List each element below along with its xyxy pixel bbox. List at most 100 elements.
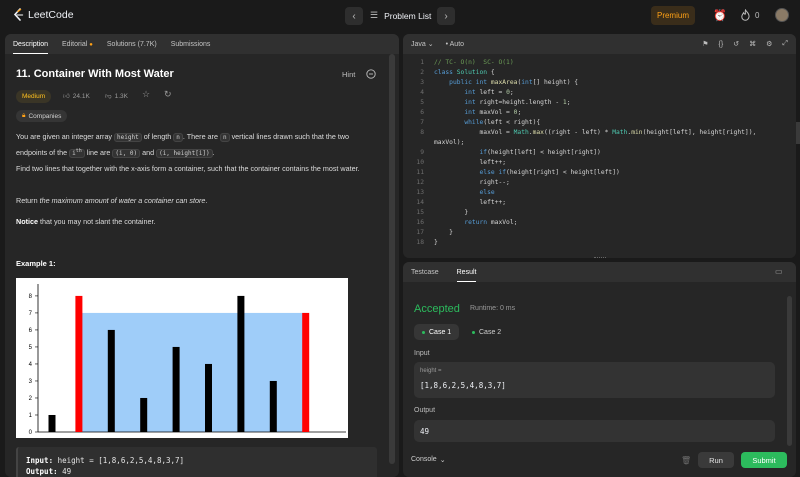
y-tick-label: 7 xyxy=(29,311,33,317)
line-number: 18 xyxy=(416,239,424,246)
flame-icon[interactable] xyxy=(740,9,751,21)
p1-text: . xyxy=(212,147,215,157)
p1-text: and xyxy=(140,147,157,157)
line-code: maxVol = Math.max((right - left) * Math.… xyxy=(434,129,757,136)
language-select[interactable]: Java ⌄ xyxy=(411,40,434,48)
line-number: 3 xyxy=(420,79,424,86)
hint-button[interactable]: Hint xyxy=(342,70,355,79)
tab-solutions[interactable]: Solutions (7.7K) xyxy=(107,41,157,48)
next-problem-button[interactable]: › xyxy=(437,7,455,25)
lock-icon: ● xyxy=(89,41,93,48)
share-icon[interactable]: ↻ xyxy=(164,89,172,100)
submit-button[interactable]: Submit xyxy=(741,452,787,468)
y-tick-label: 2 xyxy=(29,396,33,402)
bar xyxy=(237,295,245,432)
likes-count: 24.1K xyxy=(72,92,90,100)
superscript-th: th xyxy=(75,147,82,154)
p3-text: . xyxy=(205,196,208,205)
panel-options-icon[interactable]: ▭ xyxy=(775,267,783,276)
alarm-clock-icon[interactable]: ⏰ xyxy=(713,9,727,22)
code-editor[interactable]: 1// TC- O(n) SC- O(1) 2 class Solution {3 … xyxy=(404,58,789,254)
layout-icon[interactable]: ⌘ xyxy=(749,40,756,48)
bar xyxy=(269,380,277,432)
problem-list-button[interactable]: ☰ Problem List xyxy=(370,10,431,21)
highlight-bar xyxy=(75,295,83,432)
autocomplete-toggle[interactable]: • Auto xyxy=(446,41,464,48)
output-value-box: 49 xyxy=(414,420,775,442)
lock-icon: • xyxy=(445,40,449,48)
avatar[interactable] xyxy=(775,8,789,22)
result-scrollbar[interactable] xyxy=(787,296,792,446)
description-scrollbar[interactable] xyxy=(389,54,395,464)
likes-button[interactable]: 👍︎ 24.1K xyxy=(63,92,90,101)
chevron-right-icon: › xyxy=(444,10,448,22)
runtime-text: Runtime: 0 ms xyxy=(470,305,516,312)
line-number: 14 xyxy=(416,199,424,206)
fullscreen-icon[interactable]: ⤢ xyxy=(782,40,788,48)
example-input-value: height = [1,8,6,2,5,4,8,3,7] xyxy=(57,456,185,465)
tab-result[interactable]: Result xyxy=(456,269,476,282)
language-label: Java xyxy=(411,41,426,48)
line-number: 9 xyxy=(420,149,424,156)
highlight-bar xyxy=(302,312,310,432)
console-label: Console xyxy=(411,456,437,463)
reset-icon[interactable]: ↺ xyxy=(733,40,739,48)
tab-testcase[interactable]: Testcase xyxy=(411,269,439,276)
console-toggle[interactable]: Console ⌄ xyxy=(411,456,446,464)
p1-text: line are xyxy=(84,147,113,157)
description-tabs: Description Editorial ● Solutions (7.7K)… xyxy=(5,34,399,54)
p4-strong: Notice xyxy=(16,217,38,226)
case-2-label: Case 2 xyxy=(479,328,502,336)
line-number: 5 xyxy=(420,99,424,106)
y-tick-label: 1 xyxy=(29,413,33,419)
line-code: left++; xyxy=(434,159,507,166)
p3-emphasis: the maximum amount of water a container … xyxy=(39,196,206,205)
line-number: 2 xyxy=(420,69,424,76)
description-paragraph-2: Find two lines that together with the x-… xyxy=(16,164,360,173)
editor-toolbar: Java ⌄ • Auto ⚑ {} ↺ ⌘ ⚙ ⤢ xyxy=(403,34,796,54)
braces-icon[interactable]: {} xyxy=(719,41,724,48)
companies-badge[interactable]: 🔒︎ Companies xyxy=(16,110,68,122)
prev-problem-button[interactable]: ‹ xyxy=(345,7,363,25)
premium-button[interactable]: Premium xyxy=(651,6,695,25)
line-code: int left = 0; xyxy=(464,89,514,96)
dislikes-button[interactable]: 👎︎ 1.3K xyxy=(105,92,128,101)
status-dot xyxy=(422,330,425,334)
description-paragraph-3: Return the maximum amount of water a con… xyxy=(16,195,376,208)
trash-icon[interactable]: 🗑︎ xyxy=(681,456,691,465)
line-number: 13 xyxy=(416,189,424,196)
tab-editorial[interactable]: Editorial ● xyxy=(62,41,93,48)
example-chart: 0 1 2 3 4 5 6 7 8 xyxy=(16,278,348,438)
bar xyxy=(205,363,212,432)
case-2-button[interactable]: Case 2 xyxy=(464,324,509,340)
top-bar: LeetCode ‹ ☰ Problem List › Premium ⏰ 0 xyxy=(0,0,800,32)
line-code: int right=height.length - 1; xyxy=(464,99,571,106)
chevron-left-icon: ‹ xyxy=(352,10,356,22)
line-code: while(left < right){ xyxy=(464,119,541,126)
example-output-label: Output: xyxy=(26,467,58,476)
bar xyxy=(140,397,148,432)
logo-text: LeetCode xyxy=(28,9,74,21)
tab-description[interactable]: Description xyxy=(13,41,49,54)
settings-icon[interactable]: ⚙ xyxy=(766,40,772,48)
example-input-line: Input: height = [1,8,6,2,5,4,8,3,7] xyxy=(26,455,369,466)
y-tick-label: 6 xyxy=(29,328,33,334)
auto-label: Auto xyxy=(449,40,465,48)
logo[interactable]: LeetCode xyxy=(12,8,74,22)
thumbs-up-icon: 👍︎ xyxy=(63,93,70,100)
code-i-0: (i, 0) xyxy=(112,148,141,158)
star-icon[interactable]: ☆ xyxy=(142,89,150,100)
problem-list-label: Problem List xyxy=(384,10,432,21)
difficulty-badge: Medium xyxy=(16,90,52,103)
more-options-icon[interactable] xyxy=(366,69,376,79)
resize-handle[interactable] xyxy=(594,257,606,259)
bookmark-icon[interactable]: ⚑ xyxy=(702,40,708,48)
p3-text: Return xyxy=(16,196,40,205)
line-code: maxVol); xyxy=(434,139,465,146)
line-code: } xyxy=(434,229,453,236)
tab-submissions[interactable]: Submissions xyxy=(171,41,211,48)
case-1-button[interactable]: Case 1 xyxy=(414,324,460,340)
run-button[interactable]: Run xyxy=(698,452,734,468)
p4-text: that you may not slant the container. xyxy=(37,217,156,226)
case-1-label: Case 1 xyxy=(429,328,452,336)
